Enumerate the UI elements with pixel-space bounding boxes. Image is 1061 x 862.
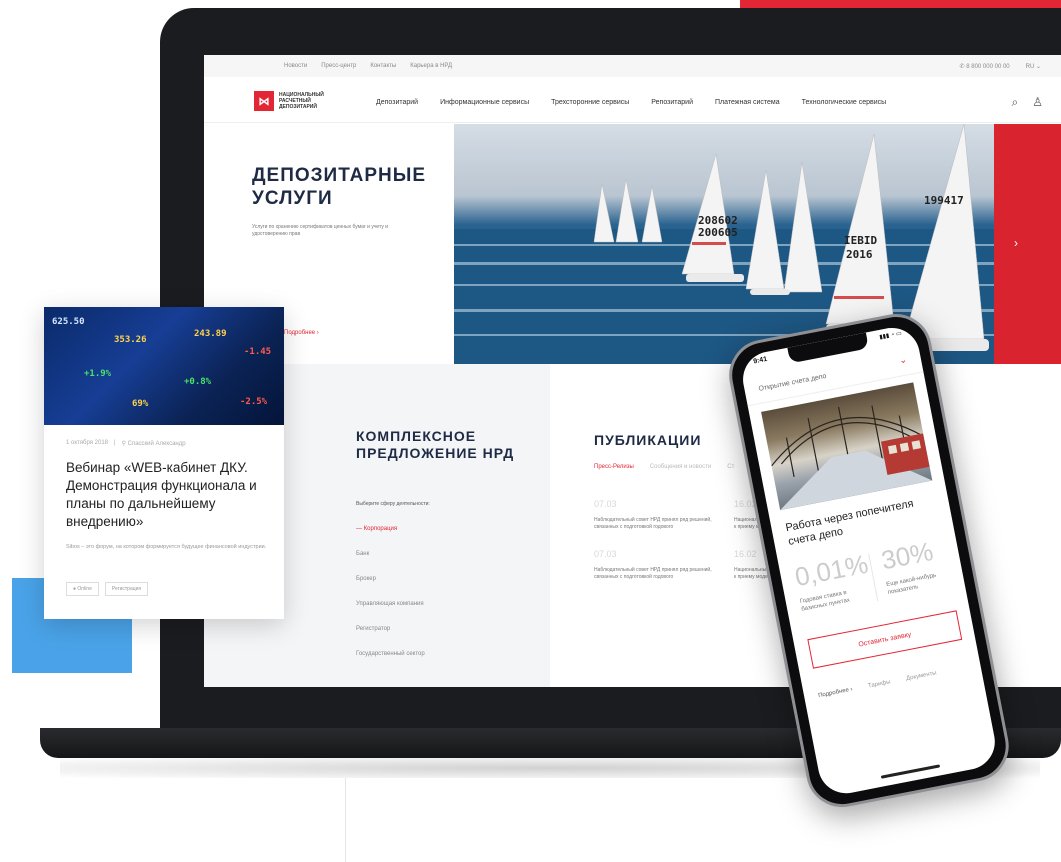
offer-item-registrar[interactable]: Регистратор: [356, 626, 425, 651]
offer-item-bank[interactable]: Банк: [356, 551, 425, 576]
phone-link-documents[interactable]: Документы: [906, 670, 938, 682]
event-separator: |: [114, 440, 116, 446]
tag-register[interactable]: Регистрация: [104, 582, 149, 596]
tab-news[interactable]: Сообщения и новости: [650, 464, 711, 470]
logo-mark-icon: ⋈: [254, 91, 274, 111]
ticker-value: +1.9%: [84, 369, 112, 379]
phone-link-tariffs[interactable]: Тарифы: [868, 679, 891, 689]
top-link-contacts[interactable]: Контакты: [370, 63, 396, 69]
complex-offer: КОМПЛЕКСНОЕ ПРЕДЛОЖЕНИЕ НРД Выберите сфе…: [300, 364, 550, 687]
phone-bottom-links: Подробнее › Тарифы Документы: [818, 670, 937, 699]
ticker-value: 243.89: [194, 329, 227, 339]
ticker-value: +0.8%: [184, 377, 212, 387]
phone-header-title: Открытие счета депо: [758, 372, 828, 393]
phone-number[interactable]: ✆ 8 800 000 00 00: [960, 63, 1010, 70]
offer-item-broker[interactable]: Брокер: [356, 576, 425, 601]
event-description: Sibos – это форум, на котором формируетс…: [66, 544, 267, 550]
event-title[interactable]: Вебинар «WEB-кабинет ДКУ. Демонстрация ф…: [66, 459, 271, 531]
hero-title: ДЕПОЗИТАРНЫЕ УСЛУГИ: [252, 165, 427, 209]
ticker-value: -1.45: [244, 347, 272, 357]
sail-number-5: 2016: [846, 248, 873, 261]
status-icons: ▮▮▮ ◔ ▭: [879, 330, 903, 341]
publication-item[interactable]: 07.03 Наблюдательный совет НРД принял ря…: [594, 549, 734, 581]
ticker-value: 353.26: [114, 335, 147, 345]
header-icons: ⌕ ♙: [1012, 95, 1044, 110]
user-icon[interactable]: ♙: [1032, 95, 1043, 110]
decorative-line: [345, 778, 346, 862]
event-card[interactable]: 625.50 353.26 243.89 -1.45 +1.9% +0.8% 6…: [44, 307, 284, 619]
publication-text: Наблюдательный совет НРД принял ряд реше…: [594, 567, 712, 580]
sail-number-4: IEBID: [844, 234, 877, 247]
language-selector[interactable]: RU ⌄: [1026, 63, 1041, 70]
tab-articles[interactable]: Ст: [727, 464, 734, 470]
event-meta: 1 октября 2018 | ⚲ Спасский Александр: [66, 440, 186, 447]
nav-item-depository[interactable]: Депозитарий: [376, 99, 418, 106]
submit-request-button[interactable]: Оставить заявку: [807, 610, 963, 669]
sail-number-2: 200605: [698, 226, 738, 239]
tab-press-releases[interactable]: Пресс-Релизы: [594, 464, 634, 470]
main-nav: Депозитарий Информационные сервисы Трехс…: [376, 99, 886, 106]
offer-item-gov[interactable]: Государственный сектор: [356, 651, 425, 676]
train-station-image: [761, 382, 933, 511]
nav-item-tripartite[interactable]: Трехсторонние сервисы: [551, 99, 629, 106]
publication-date: 07.03: [594, 499, 617, 509]
home-indicator: [880, 764, 941, 779]
tag-online[interactable]: ● Online: [66, 582, 99, 596]
chevron-down-icon[interactable]: ⌄: [898, 354, 908, 366]
hero-subtitle: Услуги по хранению сертификатов ценных б…: [252, 224, 389, 237]
nav-item-info-services[interactable]: Информационные сервисы: [440, 99, 529, 106]
stat-other-value: 30%: [878, 535, 936, 576]
publications-title: ПУБЛИКАЦИИ: [594, 432, 702, 448]
event-date: 1 октября 2018: [66, 440, 108, 446]
train-station-illustration: [771, 405, 933, 511]
ticker-value: 625.50: [52, 317, 85, 327]
top-links: Новости Пресс-центр Контакты Карьера в Н…: [284, 63, 452, 69]
status-time: 9:41: [752, 355, 768, 366]
publications-tabs: Пресс-Релизы Сообщения и новости Ст: [594, 464, 734, 470]
phone-link-more[interactable]: Подробнее ›: [818, 687, 853, 700]
offer-item-corporation[interactable]: — Корпорация: [356, 526, 425, 551]
logo[interactable]: ⋈ НАЦИОНАЛЬНЫЙ РАСЧЕТНЫЙ ДЕПОЗИТАРИЙ: [254, 91, 333, 111]
offer-item-management[interactable]: Управляющая компания: [356, 601, 425, 626]
ticker-value: 69%: [132, 399, 149, 409]
stock-ticker-image: 625.50 353.26 243.89 -1.45 +1.9% +0.8% 6…: [44, 307, 284, 425]
search-icon[interactable]: ⌕: [1012, 95, 1019, 110]
nav-item-tech[interactable]: Технологические сервисы: [802, 99, 887, 106]
offer-list: — Корпорация Банк Брокер Управляющая ком…: [356, 526, 425, 676]
event-tags: ● Online Регистрация: [66, 582, 149, 596]
hero-next-arrow[interactable]: ›: [1014, 236, 1018, 250]
nav-item-repository[interactable]: Репозитарий: [651, 99, 693, 106]
nav-item-payment[interactable]: Платежная система: [715, 99, 780, 106]
event-location: ⚲ Спасский Александр: [121, 441, 186, 447]
top-link-news[interactable]: Новости: [284, 63, 307, 69]
hero-more-link[interactable]: Подробнее ›: [284, 330, 319, 336]
publication-date: 07.03: [594, 549, 617, 559]
sail-number-3: 199417: [924, 194, 964, 207]
top-link-press[interactable]: Пресс-центр: [321, 63, 356, 69]
top-right: ✆ 8 800 000 00 00 RU ⌄: [960, 63, 1041, 70]
publication-item[interactable]: 07.03 Наблюдательный совет НРД принял ря…: [594, 499, 734, 531]
top-link-career[interactable]: Карьера в НРД: [410, 63, 452, 69]
top-utility-bar: Новости Пресс-центр Контакты Карьера в Н…: [204, 55, 1061, 77]
site-header: ⋈ НАЦИОНАЛЬНЫЙ РАСЧЕТНЫЙ ДЕПОЗИТАРИЙ Деп…: [204, 77, 1061, 123]
logo-text: НАЦИОНАЛЬНЫЙ РАСЧЕТНЫЙ ДЕПОЗИТАРИЙ: [279, 92, 324, 110]
publication-text: Наблюдательный совет НРД принял ряд реше…: [594, 517, 712, 530]
ticker-value: -2.5%: [240, 397, 268, 407]
offer-prompt: Выберите сферу деятельности:: [356, 501, 430, 507]
offer-title: КОМПЛЕКСНОЕ ПРЕДЛОЖЕНИЕ НРД: [356, 428, 515, 461]
